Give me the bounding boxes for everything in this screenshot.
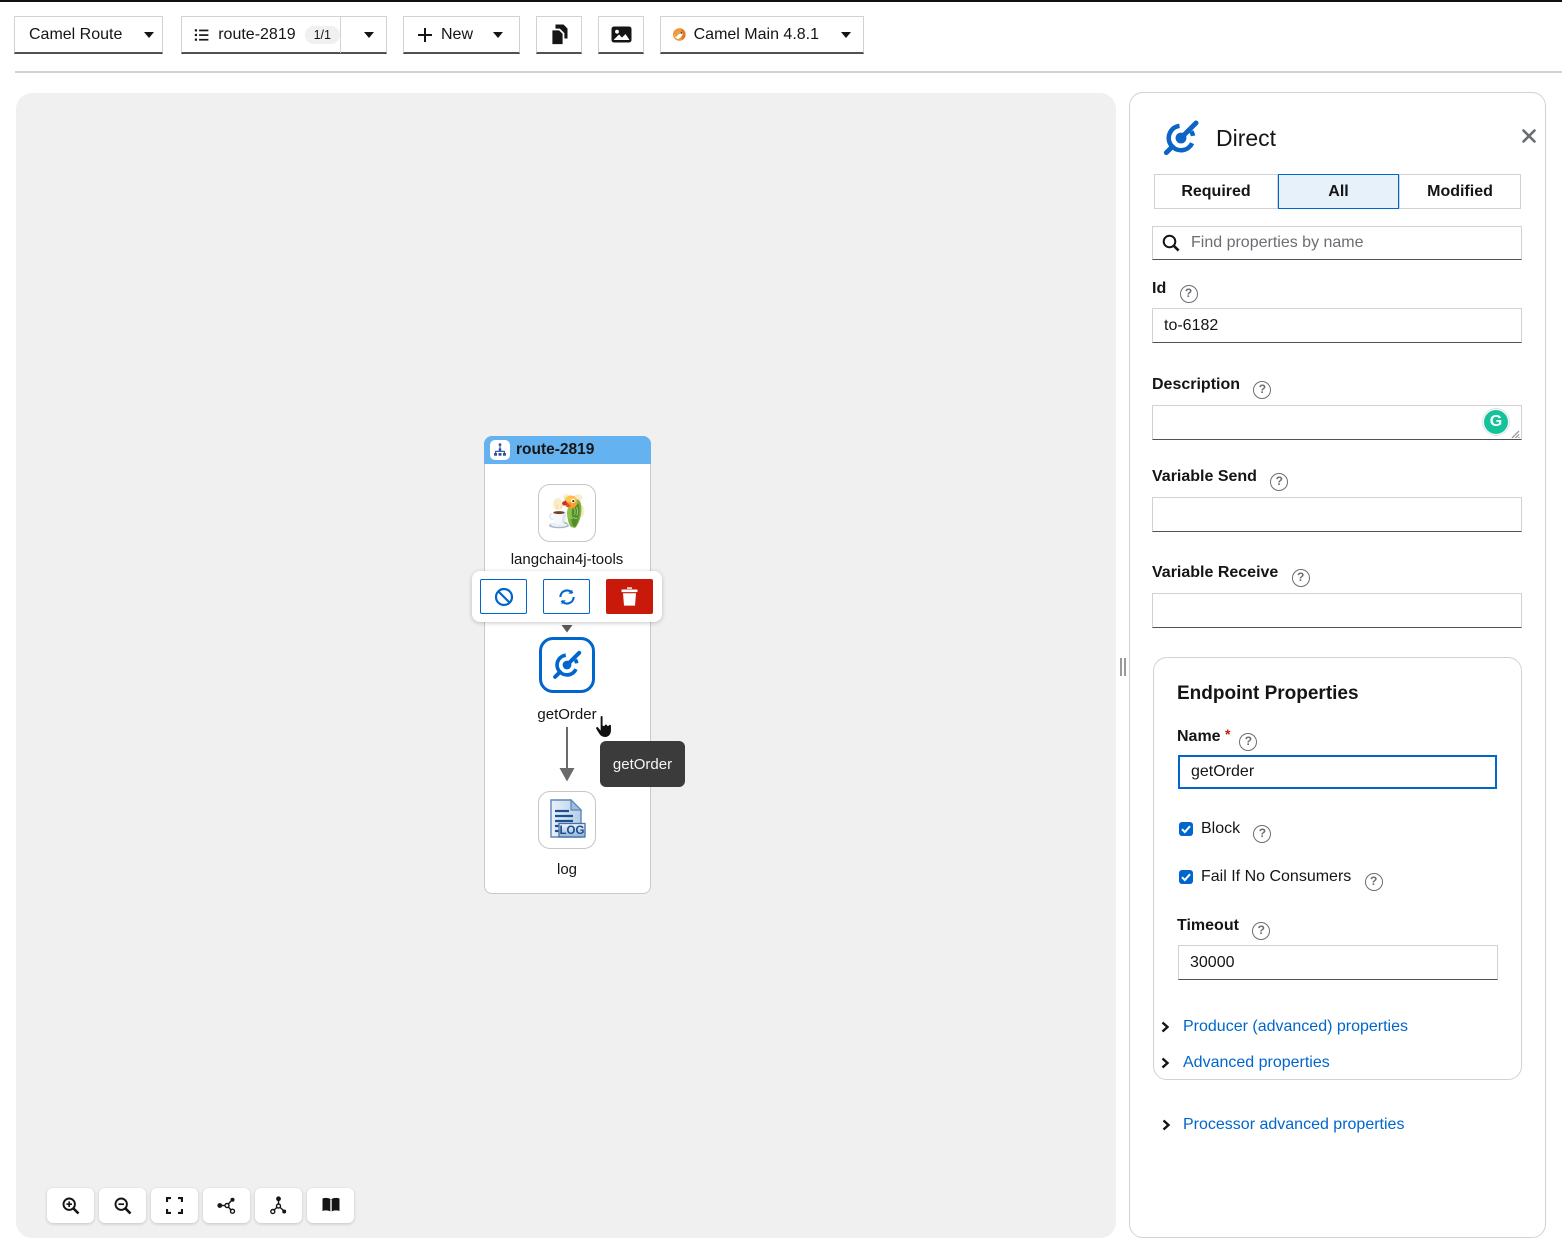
svg-text:LOG: LOG: [560, 825, 585, 837]
